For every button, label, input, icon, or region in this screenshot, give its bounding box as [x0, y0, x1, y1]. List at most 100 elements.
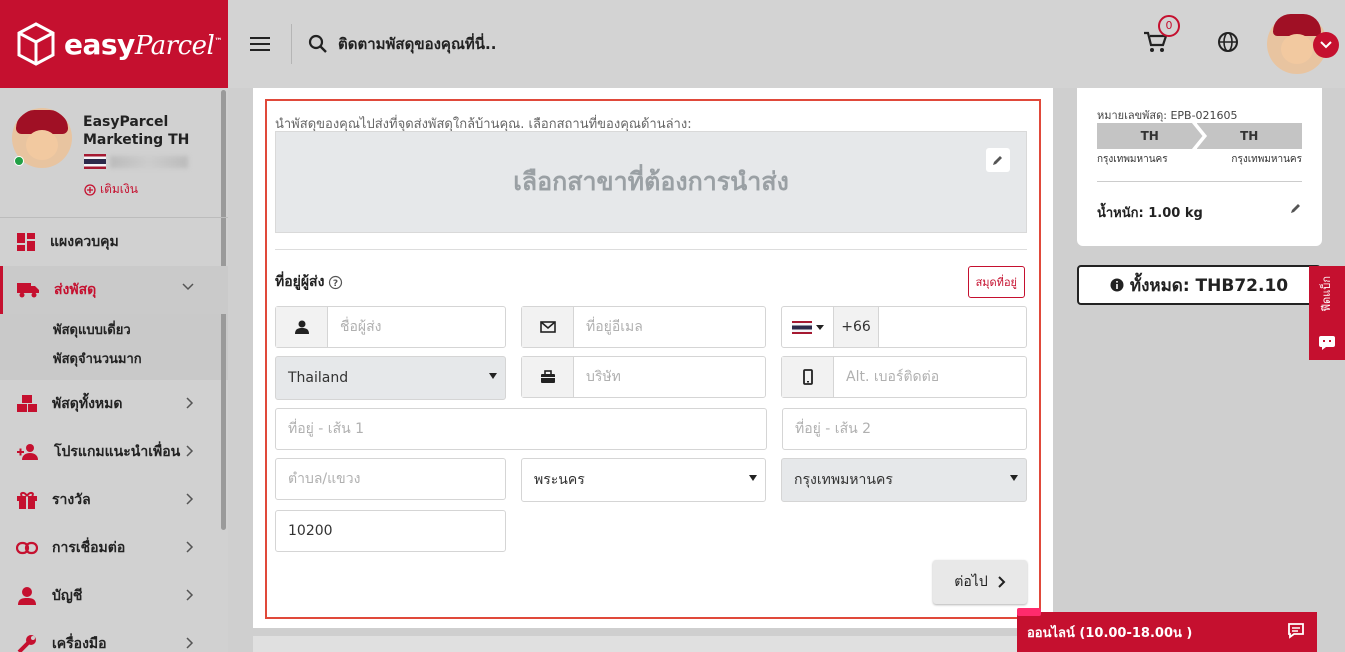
parcel-cube-icon — [17, 22, 55, 66]
chevron-right-icon — [186, 541, 194, 553]
sidebar-item-integration[interactable]: การเชื่อมต่อ — [0, 524, 228, 572]
avatar-face — [1281, 34, 1313, 64]
caret-down-icon — [489, 373, 497, 379]
help-icon[interactable]: ? — [328, 275, 343, 290]
profile-dropdown-button[interactable] — [1313, 32, 1339, 58]
chevron-right-icon — [186, 445, 194, 457]
profile-menu[interactable] — [1267, 14, 1339, 74]
sidebar-item-label: รางวัล — [52, 492, 91, 508]
chevron-down-icon — [182, 283, 194, 291]
topup-link[interactable]: เติมเงิน — [84, 180, 138, 199]
sidebar-item-tools[interactable]: เครื่องมือ — [0, 620, 228, 652]
origin-code: TH — [1097, 123, 1203, 149]
sidebar-item-label: ส่งพัสดุ — [54, 282, 97, 298]
sender-form: นำพัสดุของคุณไปส่งที่จุดส่งพัสดุใกล้บ้าน… — [265, 99, 1041, 619]
link-icon — [16, 541, 38, 555]
briefcase-icon — [540, 370, 555, 383]
subdistrict-input[interactable]: ตำบล/แขวง — [276, 468, 360, 490]
info-icon — [1110, 278, 1124, 292]
edit-dropoff-button[interactable] — [986, 148, 1010, 172]
chat-bubble-icon — [1288, 623, 1304, 639]
total-price: ทั้งหมด: THB72.10 — [1129, 275, 1289, 296]
top-bar: ติดตามพัสดุของคุณที่นี่.. 0 — [228, 0, 1345, 88]
sidebar-item-label: บัญชี — [52, 588, 83, 604]
thailand-flag-icon — [84, 154, 106, 169]
sidebar-subitem-single[interactable]: พัสดุแบบเดี่ยว — [0, 316, 228, 345]
sidebar-item-send[interactable]: ส่งพัสดุ — [0, 266, 228, 314]
chevron-down-icon — [1320, 41, 1332, 49]
sidebar-item-all-parcels[interactable]: พัสดุทั้งหมด — [0, 380, 228, 428]
sidebar-item-rewards[interactable]: รางวัล — [0, 476, 228, 524]
sidebar-item-dashboard[interactable]: แผงควบคุม — [0, 218, 228, 266]
sidebar-subitem-bulk[interactable]: พัสดุจำนวนมาก — [0, 345, 228, 374]
envelope-icon — [539, 321, 556, 333]
avatar-hat — [1273, 14, 1321, 36]
address-line1-field[interactable]: ที่อยู่ - เส้น 1 — [275, 408, 767, 450]
chevron-right-icon — [186, 589, 194, 601]
postcode-input[interactable]: 10200 — [276, 523, 333, 539]
online-status-dot — [14, 156, 24, 166]
person-icon — [18, 587, 36, 605]
language-button[interactable] — [1217, 31, 1239, 57]
edit-weight-icon[interactable] — [1290, 202, 1302, 214]
country-select[interactable]: Thailand — [275, 356, 506, 400]
route-bar: TH TH — [1097, 123, 1302, 149]
chevron-right-icon — [186, 637, 194, 649]
phone-field[interactable]: +66 — [781, 306, 1027, 348]
search-icon — [308, 34, 327, 53]
caret-down-icon — [749, 475, 757, 481]
sidebar-item-label: การเชื่อมต่อ — [52, 540, 126, 556]
thailand-flag-icon — [791, 320, 812, 334]
feedback-icon — [1319, 336, 1335, 350]
sidebar-item-label: เครื่องมือ — [52, 636, 107, 652]
address-book-button[interactable]: สมุดที่อยู่ — [967, 266, 1025, 298]
globe-icon — [1218, 32, 1238, 52]
user-panel: EasyParcel Marketing TH เติมเงิน — [0, 88, 228, 218]
gift-icon — [17, 492, 37, 509]
sidebar-item-label: พัสดุทั้งหมด — [52, 396, 123, 412]
sidebar: EasyParcel Marketing TH เติมเงิน แผงควบคุ… — [0, 88, 228, 652]
company-input[interactable]: บริษัท — [574, 366, 621, 388]
dropoff-label: เลือกสาขาที่ต้องการนำส่ง — [513, 167, 789, 196]
feedback-tab[interactable]: ฟีดแบ็ก — [1309, 266, 1345, 360]
alt-phone-input[interactable]: Alt. เบอร์ติดต่อ — [834, 366, 939, 388]
next-label: ต่อไป — [954, 574, 988, 590]
address-line1-input[interactable]: ที่อยู่ - เส้น 1 — [276, 418, 364, 440]
cart-button[interactable]: 0 — [1143, 15, 1180, 57]
track-search[interactable]: ติดตามพัสดุของคุณที่นี่.. — [308, 32, 496, 56]
boxes-icon — [17, 395, 37, 412]
postcode-field[interactable]: 10200 — [275, 510, 506, 552]
phone-code: +66 — [834, 307, 879, 347]
sidebar-item-referral[interactable]: โปรแกมแนะนำเพื่อน — [0, 428, 228, 476]
district-select[interactable]: พระนคร — [521, 458, 766, 502]
search-input[interactable]: ติดตามพัสดุของคุณที่นี่.. — [338, 32, 496, 56]
menu-toggle-button[interactable] — [228, 24, 292, 64]
next-card — [253, 636, 1053, 652]
sender-name-field[interactable]: ชื่อผู้ส่ง — [275, 306, 506, 348]
destination-city: กรุงเทพมหานคร — [1231, 154, 1302, 165]
brand-logo[interactable]: easyParcel™ — [0, 0, 228, 88]
phone-country-select[interactable] — [782, 307, 834, 347]
send-submenu: พัสดุแบบเดี่ยว พัสดุจำนวนมาก — [0, 314, 228, 380]
email-field[interactable]: ที่อยู่อีเมล — [521, 306, 766, 348]
address-line2-input[interactable]: ที่อยู่ - เส้น 2 — [783, 418, 871, 440]
sidebar-item-label: แผงควบคุม — [50, 234, 119, 250]
topup-label: เติมเงิน — [100, 182, 138, 196]
alt-phone-field[interactable]: Alt. เบอร์ติดต่อ — [781, 356, 1027, 398]
divider — [1097, 181, 1302, 182]
chevron-right-icon — [998, 576, 1006, 588]
company-field[interactable]: บริษัท — [521, 356, 766, 398]
subdistrict-field[interactable]: ตำบล/แขวง — [275, 458, 506, 500]
province-select[interactable]: กรุงเทพมหานคร — [781, 458, 1027, 502]
dropoff-selector[interactable]: เลือกสาขาที่ต้องการนำส่ง — [275, 131, 1027, 233]
next-button[interactable]: ต่อไป — [933, 560, 1027, 604]
sidebar-item-account[interactable]: บัญชี — [0, 572, 228, 620]
sender-name-input[interactable]: ชื่อผู้ส่ง — [328, 316, 382, 338]
tracking-number: หมายเลขพัสดุ: EPB-021605 — [1097, 109, 1238, 122]
user-name: EasyParcel Marketing TH — [83, 114, 190, 148]
dashboard-icon — [17, 233, 35, 251]
address-line2-field[interactable]: ที่อยู่ - เส้น 2 — [782, 408, 1027, 450]
live-chat-bar[interactable]: ออนไลน์ (10.00-18.00น ) — [1017, 608, 1317, 652]
mobile-phone-icon — [802, 369, 813, 385]
email-input[interactable]: ที่อยู่อีเมล — [574, 316, 643, 338]
